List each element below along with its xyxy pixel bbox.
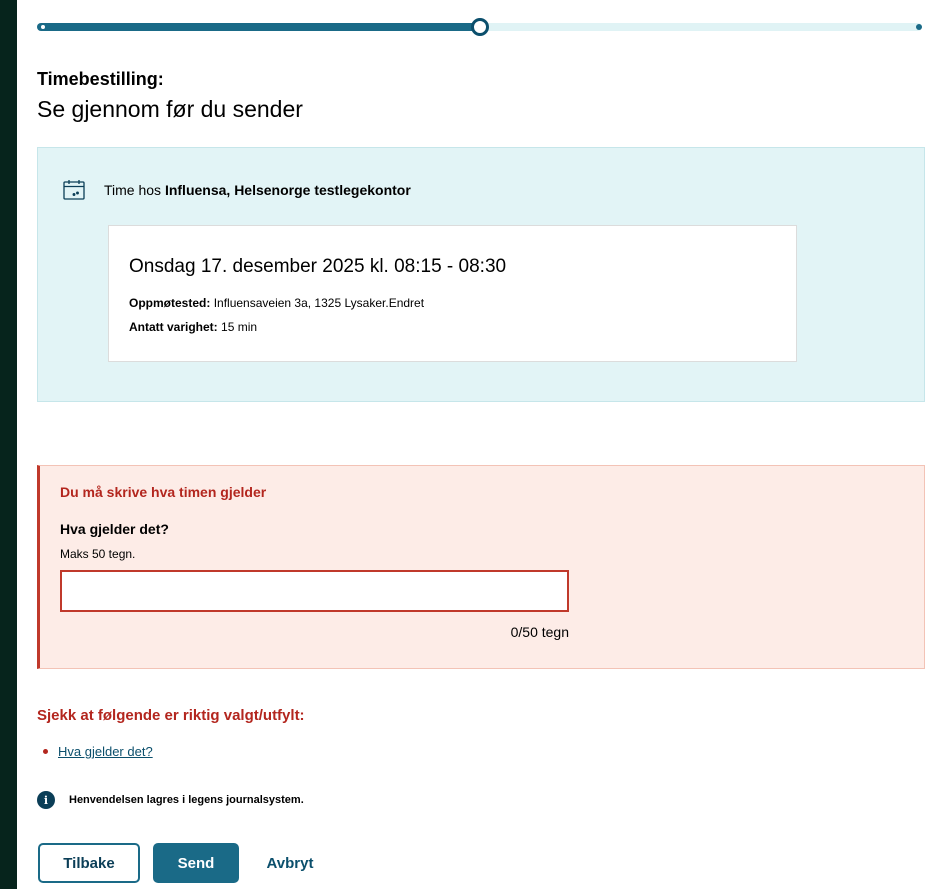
back-button[interactable]: Tilbake — [38, 843, 140, 883]
info-icon: i — [37, 791, 55, 809]
send-button[interactable]: Send — [153, 843, 239, 883]
duration-value: 15 min — [221, 320, 258, 334]
error-summary-list: Hva gjelder det? — [37, 744, 153, 759]
error-summary-link[interactable]: Hva gjelder det? — [58, 744, 153, 759]
page-title: Se gjennom før du sender — [37, 96, 303, 122]
appointment-datetime: Onsdag 17. desember 2025 kl. 08:15 - 08:… — [129, 256, 507, 277]
page-heading-lead: Timebestilling: — [37, 69, 164, 89]
error-summary-title: Sjekk at følgende er riktig valgt/utfylt… — [37, 707, 305, 724]
field-error-message: Du må skrive hva timen gjelder — [60, 484, 267, 500]
progress-bar — [37, 18, 922, 36]
progress-fill — [37, 23, 480, 31]
character-counter: 0/50 tegn — [510, 624, 569, 640]
appointment-panel: Time hos Influensa, Helsenorge testlegek… — [37, 147, 925, 402]
reason-input[interactable] — [60, 570, 569, 612]
reason-field-label: Hva gjelder det? — [60, 521, 169, 537]
appointment-prefix: Time hos — [104, 182, 162, 198]
reason-field-hint: Maks 50 tegn. — [60, 547, 136, 561]
bullet-icon — [43, 749, 48, 754]
cancel-button[interactable]: Avbryt — [255, 843, 325, 883]
appointment-duration: Antatt varighet: 15 min — [129, 320, 257, 334]
progress-end-dot — [916, 24, 922, 30]
appointment-provider: Influensa, Helsenorge testlegekontor — [164, 182, 411, 198]
appointment-provider-line: Time hos Influensa, Helsenorge testlegek… — [62, 178, 411, 202]
appointment-location: Oppmøtested: Influensaveien 3a, 1325 Lys… — [129, 296, 424, 310]
page-heading: Timebestilling: Se gjennom før du sender — [37, 68, 303, 124]
location-label: Oppmøtested: — [129, 296, 211, 310]
duration-label: Antatt varighet: — [129, 320, 218, 334]
info-notice: i Henvendelsen lagres i legens journalsy… — [37, 791, 304, 809]
info-text: Henvendelsen lagres i legens journalsyst… — [69, 794, 304, 806]
calendar-icon — [63, 180, 85, 200]
reason-field-error-panel: Du må skrive hva timen gjelder Hva gjeld… — [37, 465, 925, 669]
progress-current-step — [471, 18, 489, 36]
error-summary-item: Hva gjelder det? — [37, 744, 153, 759]
progress-start-dot — [41, 25, 45, 29]
page: Timebestilling: Se gjennom før du sender… — [17, 0, 944, 889]
location-value: Influensaveien 3a, 1325 Lysaker.Endret — [213, 296, 425, 310]
appointment-card: Onsdag 17. desember 2025 kl. 08:15 - 08:… — [108, 225, 797, 362]
